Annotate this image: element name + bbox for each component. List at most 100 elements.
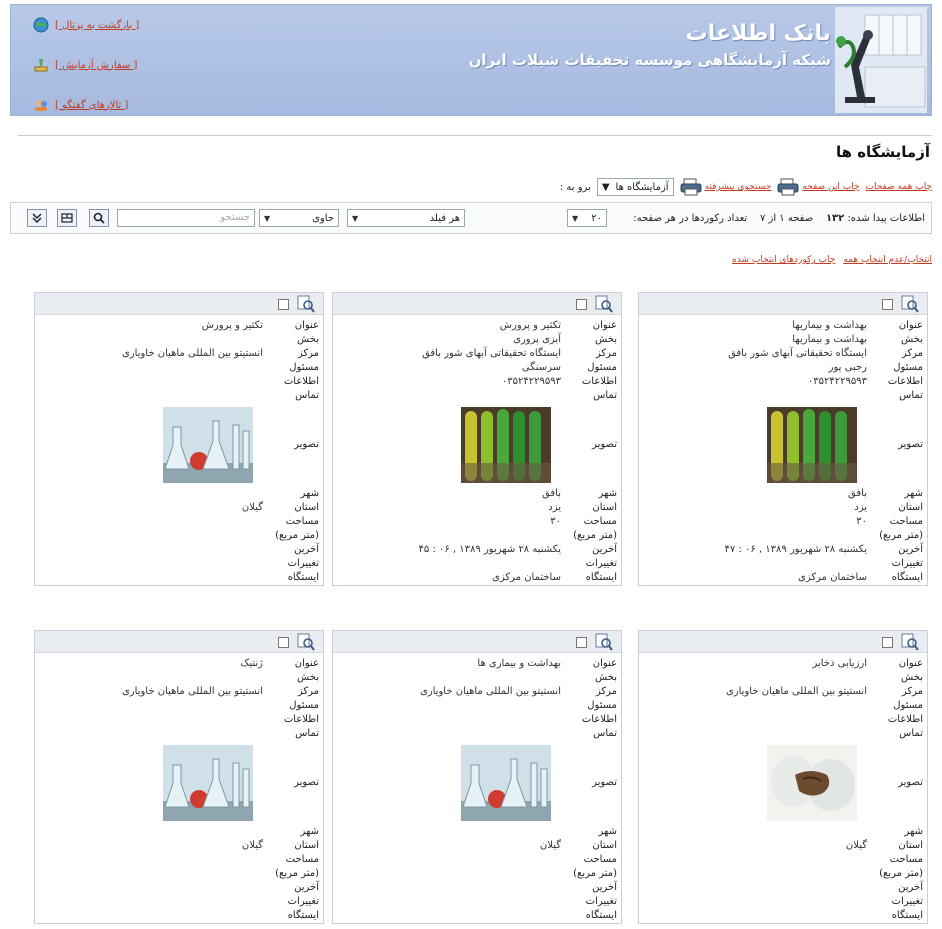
view-details-icon[interactable] xyxy=(297,295,315,313)
card-header xyxy=(35,293,323,315)
field-province: استان یزد xyxy=(333,501,621,515)
field-station: ایستگاه xyxy=(639,909,927,923)
goto-select[interactable]: آزمایشگاه ها ▼ xyxy=(596,178,674,196)
print-all-link[interactable]: چاپ همه صفحات xyxy=(866,182,933,192)
lab-order-link[interactable]: [ سفارش آزمایش ] xyxy=(55,60,137,71)
portal-link-row[interactable]: [ بازگشت به پرتال ] xyxy=(33,15,213,35)
field-contact: اطلاعات تماس xyxy=(35,713,323,741)
image-lab-flasks[interactable] xyxy=(163,745,253,821)
field-label: استان xyxy=(592,840,617,851)
advanced-search-action[interactable]: جستجوی پیشرفته xyxy=(680,178,772,196)
record-checkbox[interactable] xyxy=(576,637,587,648)
image-green-tubes[interactable] xyxy=(767,407,857,483)
field-value-section xyxy=(333,671,567,685)
field-label: استان xyxy=(592,502,617,513)
card-header xyxy=(639,631,927,653)
view-details-icon[interactable] xyxy=(901,295,919,313)
field-title: عنوان تکثیر و پرورش xyxy=(35,319,323,333)
lab-order-link-row[interactable]: [ سفارش آزمایش ] xyxy=(33,55,213,75)
field-contact: اطلاعات تماس xyxy=(35,375,323,403)
banner-title-line1: بانک اطلاعات xyxy=(685,21,831,46)
card-fields: عنوان تکثیر و پرورش بخش مرکز انستیتو بین… xyxy=(35,315,323,585)
card-header xyxy=(35,631,323,653)
printer-icon[interactable] xyxy=(777,178,799,196)
field-value-title: ژنتیک xyxy=(240,658,263,669)
field-center: مرکز ایستگاه تحقیقاتی آبهای شور بافق xyxy=(639,347,927,361)
field-value-title: بهداشت و بیماریها xyxy=(792,320,867,331)
per-page-value: ۲۰ xyxy=(591,212,602,224)
view-details-icon[interactable] xyxy=(595,633,613,651)
field-label: اطلاعات تماس xyxy=(283,714,319,739)
field-area: مساحت (متر مربع) xyxy=(333,853,621,881)
field-center: مرکز ایستگاه تحقیقاتی آبهای شور بافق xyxy=(333,347,621,361)
field-label: آخرین تغییرات xyxy=(891,544,923,569)
field-label: اطلاعات تماس xyxy=(283,376,319,401)
search-button[interactable] xyxy=(89,209,109,227)
field-modified: آخرین تغییرات xyxy=(333,881,621,909)
record-checkbox[interactable] xyxy=(278,637,289,648)
print-selected-link[interactable]: چاپ رکوردهای انتخاب شده xyxy=(732,255,835,265)
field-center: مرکز انستیتو بین المللی ماهیان خاویاری xyxy=(639,685,927,699)
field-section: بخش xyxy=(639,671,927,685)
field-label: مرکز xyxy=(297,348,319,359)
field-city: شهر بافق xyxy=(333,487,621,501)
field-label: تصویر xyxy=(592,439,617,450)
record-checkbox[interactable] xyxy=(882,299,893,310)
field-value-image xyxy=(639,745,873,821)
card-header xyxy=(333,631,621,653)
view-details-icon[interactable] xyxy=(901,633,919,651)
forum-link-row[interactable]: [ تالارهای گفتگو ] xyxy=(33,95,213,115)
expand-button[interactable] xyxy=(27,209,47,227)
field-city: شهر xyxy=(35,825,323,839)
image-gloved-hands[interactable] xyxy=(767,745,857,821)
field-modified: آخرین تغییرات یکشنبه ۲۸ شهریور ۱۳۸۹ , ۰۶… xyxy=(639,543,927,571)
card-fields: عنوان ارزیابی ذخایر بخش مرکز انستیتو بین… xyxy=(639,653,927,923)
lab-order-icon xyxy=(34,59,48,72)
field-label: مساحت (متر مربع) xyxy=(573,516,617,541)
record-checkbox[interactable] xyxy=(576,299,587,310)
field-contact: اطلاعات تماس xyxy=(639,713,927,741)
per-page-select[interactable]: ۲۰ ▼ xyxy=(567,209,607,227)
field-value-responsible xyxy=(35,699,269,713)
field-value-contact: ۰۳۵۲۴۲۲۹۵۹۳ xyxy=(807,376,867,387)
record-checkbox[interactable] xyxy=(882,637,893,648)
record-checkbox[interactable] xyxy=(278,299,289,310)
field-label: مرکز xyxy=(297,686,319,697)
field-city: شهر xyxy=(639,825,927,839)
search-input[interactable]: جستجو xyxy=(117,209,255,227)
view-details-icon[interactable] xyxy=(297,633,315,651)
view-details-icon[interactable] xyxy=(595,295,613,313)
field-responsible: مسئول xyxy=(333,699,621,713)
field-value-station xyxy=(35,909,269,923)
microscope-logo xyxy=(835,7,927,113)
image-lab-flasks[interactable] xyxy=(461,745,551,821)
advanced-search-link[interactable]: جستجوی پیشرفته xyxy=(705,182,772,192)
header-links: [ بازگشت به پرتال ] [ سفارش آزمایش ] [ ت… xyxy=(33,15,213,135)
field-select[interactable]: هر فیلد ▼ xyxy=(347,209,465,227)
field-value-station xyxy=(639,909,873,923)
image-lab-flasks[interactable] xyxy=(163,407,253,483)
print-page-action[interactable]: چاپ این صفحه xyxy=(777,178,860,196)
image-green-tubes[interactable] xyxy=(461,407,551,483)
field-value-area xyxy=(35,515,269,543)
print-all-action[interactable]: چاپ همه صفحات xyxy=(866,182,933,192)
portal-link[interactable]: [ بازگشت به پرتال ] xyxy=(55,20,139,31)
records-grid: عنوان بهداشت و بیماریها بخش بهداشت و بیم… xyxy=(34,292,930,929)
layout-toggle-button[interactable] xyxy=(57,209,77,227)
globe-icon xyxy=(33,17,49,33)
field-value-title: بهداشت و بیماری ها xyxy=(477,658,561,669)
print-page-link[interactable]: چاپ این صفحه xyxy=(802,182,859,192)
select-all-link[interactable]: انتخاب/عدم انتخاب همه xyxy=(843,255,932,265)
printer-icon[interactable] xyxy=(680,178,702,196)
field-label: عنوان xyxy=(294,320,319,331)
field-responsible: مسئول xyxy=(639,699,927,713)
field-label: مرکز xyxy=(901,348,923,359)
field-responsible: مسئول سرسنگی xyxy=(333,361,621,375)
search-icon xyxy=(93,212,105,224)
operator-select[interactable]: حاوی ▼ xyxy=(259,209,339,227)
selection-links: انتخاب/عدم انتخاب همه چاپ رکوردهای انتخا… xyxy=(732,255,932,265)
field-value-center: ایستگاه تحقیقاتی آبهای شور بافق xyxy=(422,348,561,359)
field-center: مرکز انستیتو بین المللی ماهیان خاویاری xyxy=(35,347,323,361)
record-card: عنوان ارزیابی ذخایر بخش مرکز انستیتو بین… xyxy=(638,630,928,924)
forum-link[interactable]: [ تالارهای گفتگو ] xyxy=(55,100,128,111)
